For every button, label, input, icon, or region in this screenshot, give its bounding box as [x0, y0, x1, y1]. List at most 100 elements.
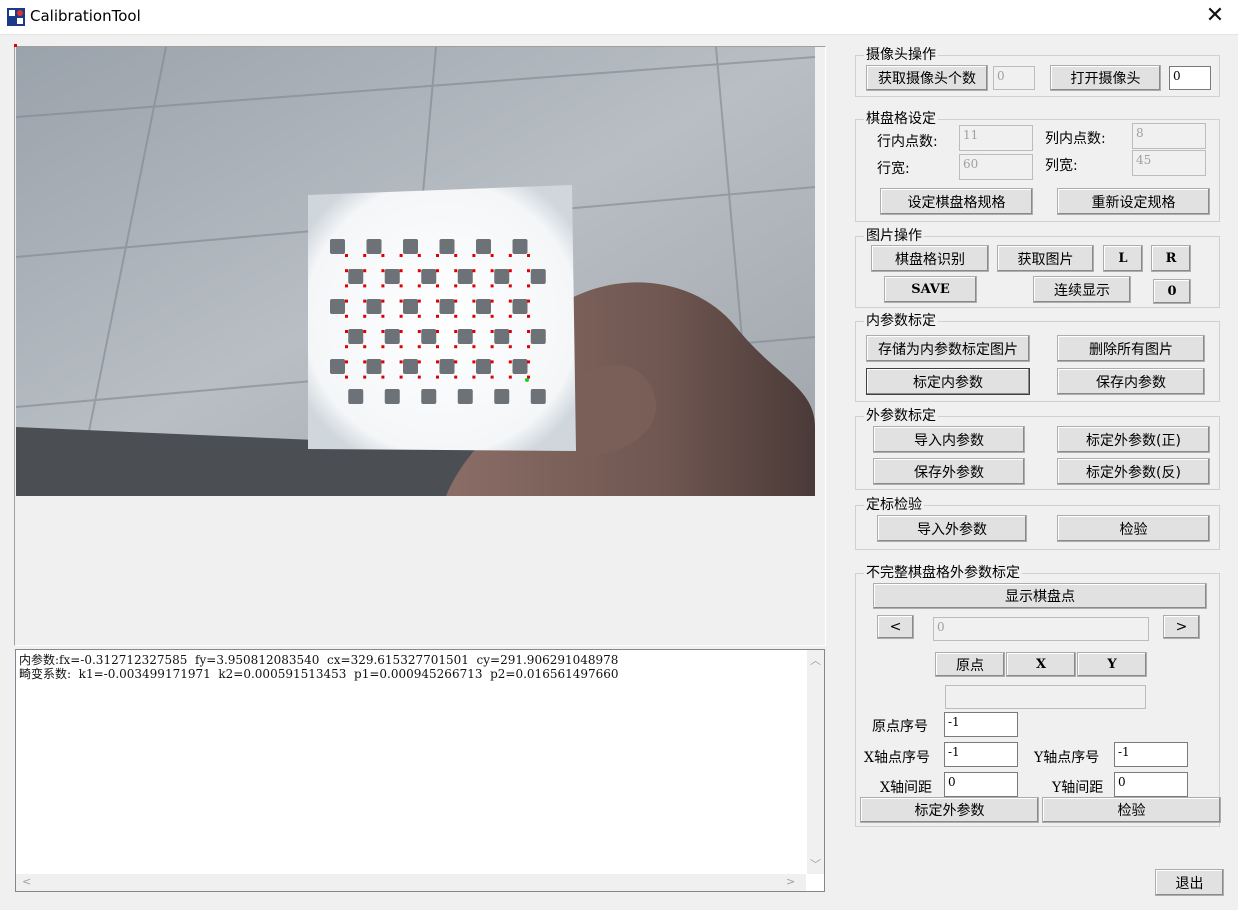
corner-point	[454, 299, 458, 303]
corner-point	[417, 375, 421, 379]
scroll-down-icon[interactable]: ﹀	[810, 856, 821, 872]
checker-square	[457, 329, 473, 344]
show-board-points-button[interactable]: 显示棋盘点	[873, 583, 1207, 609]
row-width-field[interactable]: 60	[959, 154, 1033, 180]
corner-point	[508, 314, 512, 318]
right-button[interactable]: R	[1151, 245, 1191, 272]
checker-square	[494, 389, 510, 404]
scroll-right-icon[interactable]: >	[786, 875, 795, 888]
corner-point	[472, 254, 476, 257]
status-field[interactable]	[945, 685, 1146, 709]
counter-button[interactable]: 0	[1153, 279, 1191, 304]
save-intrinsic-button[interactable]: 保存内参数	[1057, 368, 1205, 395]
corner-point	[436, 254, 439, 257]
exit-button[interactable]: 退出	[1155, 869, 1224, 896]
corner-point	[345, 330, 348, 333]
group-title: 棋盘格设定	[864, 110, 938, 128]
get-image-button[interactable]: 获取图片	[997, 245, 1094, 272]
col-points-field[interactable]: 8	[1132, 123, 1206, 149]
log-line-distortion: 畸变系数: k1=-0.003499171971 k2=0.0005915134…	[19, 667, 619, 681]
save-image-button[interactable]: SAVE	[884, 276, 977, 303]
checker-square	[366, 359, 382, 374]
corner-point	[436, 284, 439, 288]
left-button[interactable]: L	[1103, 245, 1143, 272]
corner-point	[363, 330, 367, 333]
corner-point	[490, 375, 494, 379]
corner-point	[345, 269, 348, 273]
corner-point	[381, 314, 385, 318]
open-camera-button[interactable]: 打开摄像头	[1050, 65, 1161, 91]
row-points-field[interactable]: 11	[959, 125, 1033, 151]
checker-square	[330, 239, 345, 254]
origin-index-field[interactable]: -1	[944, 712, 1018, 737]
camera-index-field[interactable]: 0	[1169, 66, 1211, 90]
corner-point	[399, 299, 403, 303]
get-camera-count-button[interactable]: 获取摄像头个数	[866, 65, 988, 91]
next-point-button[interactable]: >	[1163, 615, 1200, 639]
corner-point	[527, 330, 530, 333]
log-output[interactable]: 内参数:fx=-0.312712327585 fy=3.950812083540…	[15, 649, 825, 892]
calibrate-intrinsic-button[interactable]: 标定内参数	[866, 368, 1030, 395]
corner-point	[436, 269, 439, 273]
calibrate-extrinsic-positive-button[interactable]: 标定外参数(正)	[1057, 426, 1210, 453]
vertical-scrollbar[interactable]: ︿ ﹀	[807, 650, 824, 874]
point-index-field[interactable]: 0	[933, 617, 1149, 641]
col-points-label: 列内点数:	[1045, 131, 1106, 147]
corner-point	[417, 284, 421, 288]
col-width-field[interactable]: 45	[1132, 150, 1206, 176]
title-bar: CalibrationTool ✕	[0, 0, 1238, 35]
corner-point	[399, 360, 403, 364]
horizontal-scrollbar[interactable]: < >	[16, 874, 806, 891]
corner-point	[490, 254, 494, 257]
store-intrinsic-image-button[interactable]: 存储为内参数标定图片	[866, 335, 1030, 362]
close-icon[interactable]: ✕	[1192, 0, 1238, 34]
x-axis-index-field[interactable]: -1	[944, 742, 1018, 767]
corner-point	[490, 269, 494, 273]
set-origin-button[interactable]: 原点	[935, 652, 1005, 677]
x-axis-spacing-field[interactable]: 0	[944, 772, 1018, 797]
partial-verify-button[interactable]: 检验	[1042, 797, 1221, 823]
corner-point	[472, 330, 476, 333]
checker-square	[403, 299, 418, 314]
reset-board-spec-button[interactable]: 重新设定规格	[1057, 188, 1210, 215]
checker-square	[494, 269, 510, 284]
camera-image	[16, 47, 815, 496]
delete-all-images-button[interactable]: 删除所有图片	[1057, 335, 1205, 362]
y-axis-index-field[interactable]: -1	[1114, 742, 1188, 767]
save-extrinsic-button[interactable]: 保存外参数	[873, 458, 1025, 485]
checker-square	[530, 389, 546, 404]
corner-point	[363, 254, 367, 257]
checker-square	[421, 329, 437, 344]
scroll-left-icon[interactable]: <	[22, 875, 31, 888]
corner-point	[363, 314, 367, 318]
checker-square	[366, 299, 382, 314]
corner-point	[436, 314, 439, 318]
camera-count-field[interactable]: 0	[993, 66, 1035, 90]
scroll-up-icon[interactable]: ︿	[810, 652, 821, 668]
import-intrinsic-button[interactable]: 导入内参数	[873, 426, 1025, 453]
log-line-intrinsic: 内参数:fx=-0.312712327585 fy=3.950812083540…	[19, 653, 619, 667]
corner-point	[472, 284, 476, 288]
continuous-display-button[interactable]: 连续显示	[1033, 276, 1131, 303]
set-y-axis-button[interactable]: Y	[1077, 652, 1147, 677]
row-points-label: 行内点数:	[877, 134, 938, 150]
corner-point	[490, 360, 494, 364]
y-axis-spacing-field[interactable]: 0	[1114, 772, 1188, 797]
col-width-label: 列宽:	[1045, 158, 1078, 174]
prev-point-button[interactable]: <	[877, 615, 914, 639]
corner-point	[417, 314, 421, 318]
corner-point	[527, 284, 530, 288]
calibrate-extrinsic-negative-button[interactable]: 标定外参数(反)	[1057, 458, 1210, 485]
import-extrinsic-button[interactable]: 导入外参数	[877, 515, 1027, 542]
corner-point	[417, 345, 421, 349]
verify-button[interactable]: 检验	[1057, 515, 1210, 542]
checker-square	[421, 269, 437, 284]
corner-point	[454, 375, 458, 379]
set-board-spec-button[interactable]: 设定棋盘格规格	[880, 188, 1033, 215]
corner-point	[436, 345, 439, 349]
set-x-axis-button[interactable]: X	[1006, 652, 1076, 677]
detect-chessboard-button[interactable]: 棋盘格识别	[871, 245, 989, 272]
corner-point	[381, 345, 385, 349]
calibrate-partial-extrinsic-button[interactable]: 标定外参数	[860, 797, 1039, 823]
corner-point	[527, 314, 530, 318]
